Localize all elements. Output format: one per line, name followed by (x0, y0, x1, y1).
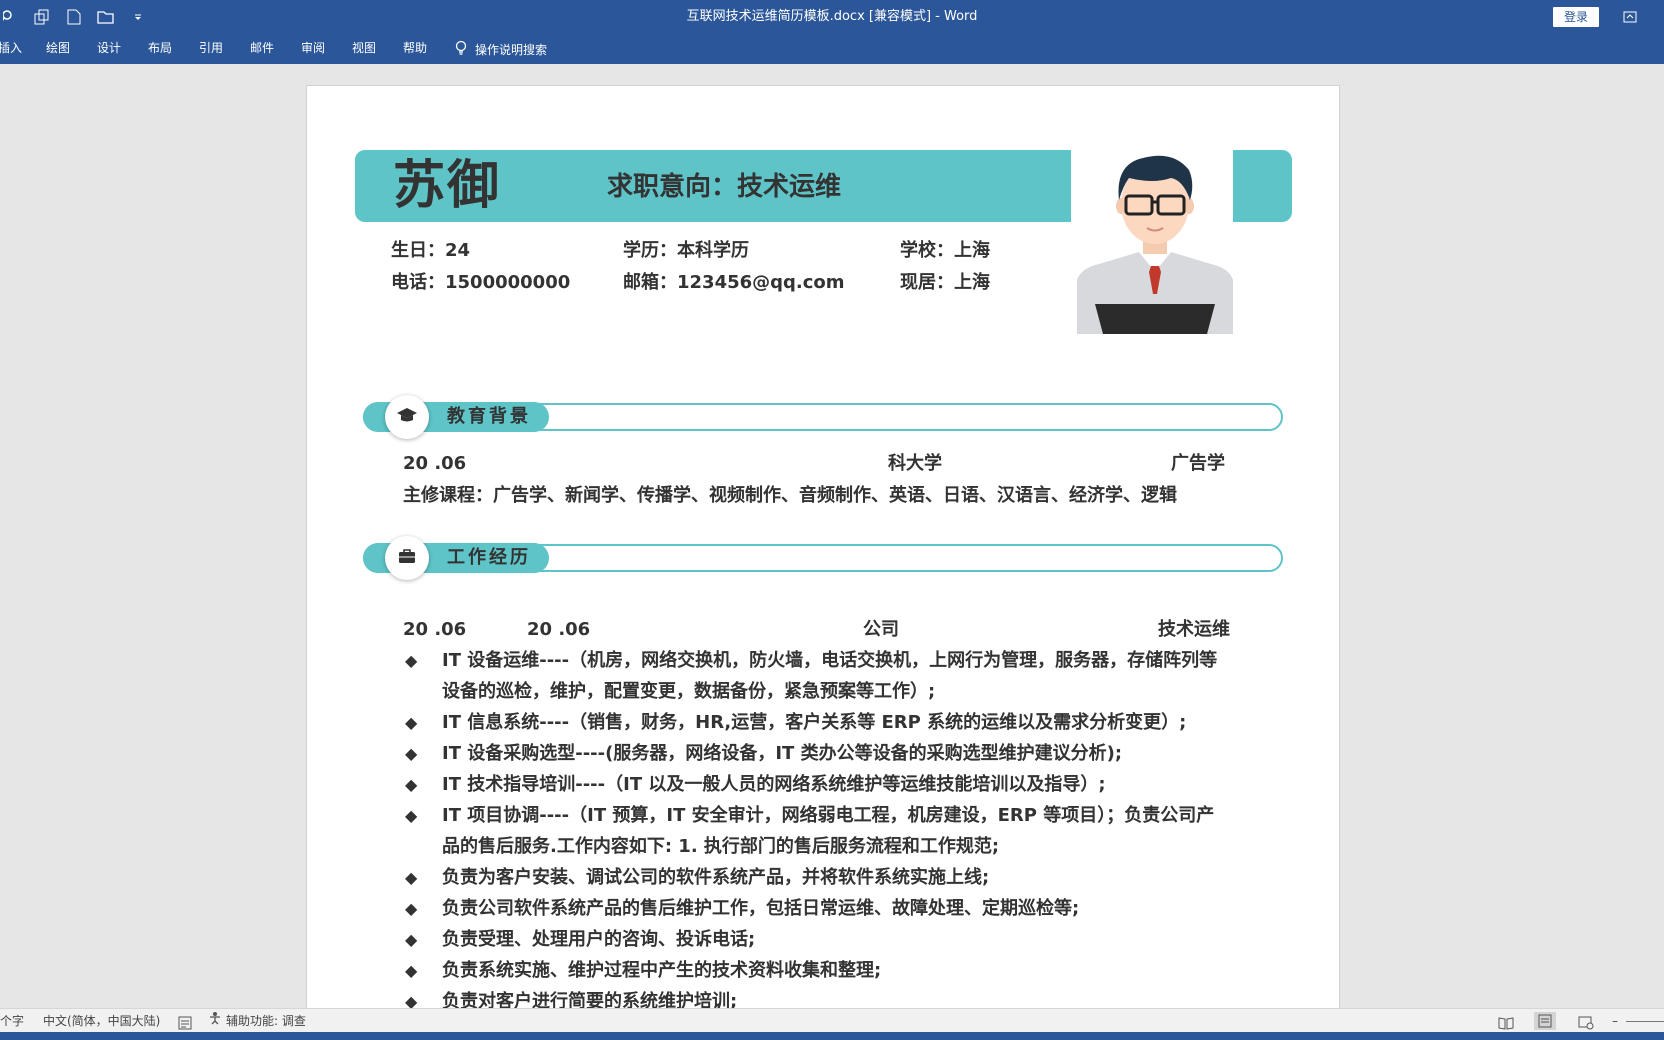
info-phone: 电话：1500000000 (391, 272, 571, 293)
lightbulb-icon (455, 40, 467, 59)
ribbon-tabs: 插入 绘图 设计 布局 引用 邮件 审阅 视图 帮助 操作说明搜索 (0, 34, 1664, 64)
avatar (1077, 155, 1233, 334)
ribbon-display-options-icon[interactable] (1620, 7, 1640, 27)
title-bar: 互联网技术运维简历模板.docx [兼容模式] - Word 登录 (0, 0, 1664, 34)
tab-mailings[interactable]: 邮件 (250, 34, 274, 64)
education-school: 科大学 (888, 453, 942, 474)
tab-layout[interactable]: 布局 (148, 34, 172, 64)
read-mode-icon[interactable] (1498, 1014, 1514, 1030)
work-bullet-7: 负责公司软件系统产品的售后维护工作，包括日常运维、故障处理、定期巡检等; (442, 898, 1080, 919)
work-bullet-9: 负责系统实施、维护过程中产生的技术资料收集和整理; (442, 960, 882, 981)
bullet-icon: ◆ (405, 930, 418, 949)
accessibility-checker[interactable]: 辅助功能: 调查 (208, 1009, 306, 1033)
print-layout-icon[interactable] (1534, 1012, 1556, 1030)
education-title: 教育背景 (447, 406, 531, 427)
bullet-icon: ◆ (405, 713, 418, 732)
info-birthday: 生日：24 (391, 240, 471, 261)
web-layout-icon[interactable] (1578, 1014, 1594, 1030)
tell-me-label: 操作说明搜索 (475, 42, 548, 57)
tell-me-search[interactable]: 操作说明搜索 (455, 34, 547, 64)
info-email: 邮箱：123456@qq.com (623, 272, 845, 293)
info-residence: 现居：上海 (900, 272, 990, 293)
tab-draw[interactable]: 绘图 (46, 34, 70, 64)
tab-insert[interactable]: 插入 (0, 34, 22, 64)
tab-review[interactable]: 审阅 (301, 34, 325, 64)
education-icon-circle (385, 395, 429, 439)
info-school: 学校：上海 (900, 240, 990, 261)
bullet-icon: ◆ (405, 744, 418, 763)
work-bullet-2: IT 信息系统----（销售，财务，HR,运营，客户关系等 ERP 系统的运维以… (442, 712, 1187, 733)
work-bullet-5: IT 项目协调----（IT 预算，IT 安全审计，网络弱电工程，机房建设，ER… (442, 805, 1215, 857)
bullet-icon: ◆ (405, 961, 418, 980)
work-bullet-6: 负责为客户安装、调试公司的软件系统产品，并将软件系统实施上线; (442, 867, 990, 888)
work-bullet-1: IT 设备运维----（机房，网络交换机，防火墙，电话交换机，上网行为管理，服务… (442, 650, 1218, 702)
tab-design[interactable]: 设计 (97, 34, 121, 64)
work-icon-circle (385, 536, 429, 580)
work-bullet-3: IT 设备采购选型----(服务器，网络设备，IT 类办公等设备的采购选型维护建… (442, 743, 1123, 764)
education-courses: 主修课程：广告学、新闻学、传播学、视频制作、音频制作、英语、日语、汉语言、经济学… (403, 485, 1177, 506)
work-bullet-4: IT 技术指导培训----（IT 以及一般人员的网络系统维护等运维技能培训以及指… (442, 774, 1106, 795)
work-date-end: 20 .06 (527, 619, 591, 640)
bullet-icon: ◆ (405, 899, 418, 918)
info-education: 学历：本科学历 (623, 240, 749, 261)
work-date-start: 20 .06 (403, 619, 467, 640)
document-page[interactable]: 苏御 求职意向：技术运维 生日：24 电话：1500000000 学历：本科学历… (307, 86, 1339, 1016)
briefcase-icon (398, 548, 416, 568)
bullet-icon: ◆ (405, 651, 418, 670)
education-major: 广告学 (1171, 453, 1225, 474)
status-bar: 个字 中文(简体，中国大陆) 辅助功能: 调查 – (0, 1008, 1664, 1033)
name-banner-end (1233, 150, 1292, 222)
work-bullet-8: 负责受理、处理用户的咨询、投诉电话; (442, 929, 756, 950)
education-date: 20 .06 (403, 453, 467, 474)
work-company: 公司 (863, 619, 899, 640)
job-intent: 求职意向：技术运维 (607, 172, 842, 202)
tab-help[interactable]: 帮助 (403, 34, 427, 64)
accessibility-icon (208, 1009, 222, 1033)
login-button[interactable]: 登录 (1553, 7, 1599, 27)
tab-references[interactable]: 引用 (199, 34, 223, 64)
document-title: 互联网技术运维简历模板.docx [兼容模式] - Word (686, 9, 978, 24)
work-position: 技术运维 (1158, 619, 1230, 640)
tab-view[interactable]: 视图 (352, 34, 376, 64)
zoom-out-button[interactable]: – (1612, 1009, 1618, 1033)
zoom-slider[interactable] (1626, 1021, 1664, 1022)
work-title: 工作经历 (447, 547, 531, 568)
graduation-cap-icon (396, 407, 418, 427)
language-indicator[interactable]: 中文(简体，中国大陆) (43, 1009, 160, 1033)
accessibility-label: 辅助功能: 调查 (226, 1014, 306, 1028)
candidate-name: 苏御 (393, 156, 502, 216)
bullet-icon: ◆ (405, 806, 418, 825)
taskbar-edge (0, 1032, 1664, 1040)
word-count[interactable]: 个字 (0, 1009, 24, 1033)
macro-recording-icon[interactable] (178, 1014, 192, 1030)
bullet-icon: ◆ (405, 868, 418, 887)
bullet-icon: ◆ (405, 775, 418, 794)
